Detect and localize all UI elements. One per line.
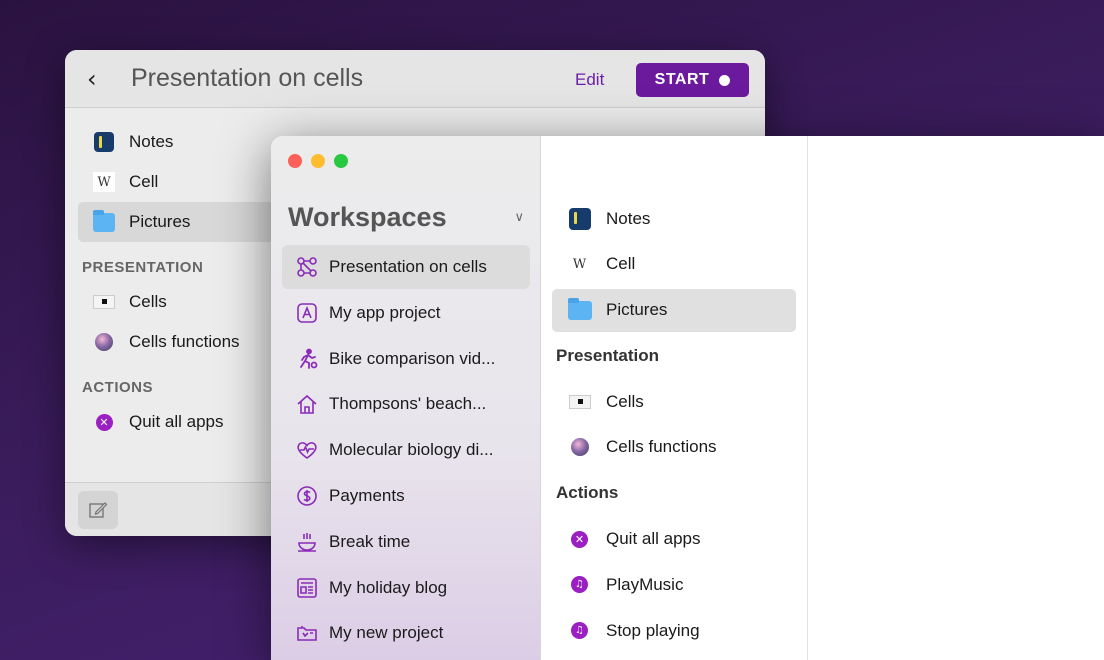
section-header-actions: ACTIONS: [82, 379, 153, 396]
item-notes[interactable]: Notes: [552, 197, 796, 240]
workspace-list: Presentation on cells My app project Bik…: [282, 245, 530, 657]
workspace-item-break-time[interactable]: Break time: [282, 520, 530, 564]
workspace-item-list: Notes W Cell Pictures Presentation Cells…: [552, 197, 796, 655]
heartbeat-icon: [296, 439, 318, 461]
back-item-label: Notes: [129, 132, 174, 151]
workspace-label: My new project: [329, 623, 444, 643]
quit-icon: ✕: [567, 528, 592, 550]
workspace-label: Bike comparison vid...: [329, 348, 496, 368]
letter-a-icon: [296, 302, 318, 324]
chevron-down-icon[interactable]: ∨: [514, 210, 524, 225]
back-item-cell[interactable]: W Cell: [78, 162, 278, 202]
workspace-label: Payments: [329, 485, 405, 505]
folder-icon: [93, 209, 115, 232]
music-note-icon: ♫: [567, 574, 592, 596]
workspace-item-thompsons-beach[interactable]: Thompsons' beach...: [282, 382, 530, 426]
workspace-item-payments[interactable]: Payments: [282, 474, 530, 518]
back-item-label: Cells: [129, 292, 167, 311]
item-label: Cell: [606, 254, 636, 274]
workspace-items-pane: Notes W Cell Pictures Presentation Cells…: [541, 136, 808, 660]
slide-icon: [567, 391, 592, 413]
item-cell[interactable]: W Cell: [552, 243, 796, 286]
slide-icon: [93, 292, 115, 312]
back-item-label: Cell: [129, 172, 159, 191]
start-button-label: START: [654, 71, 710, 88]
workspace-label: My holiday blog: [329, 577, 448, 597]
workspace-item-my-app-project[interactable]: My app project: [282, 291, 530, 335]
workspace-item-bike-comparison[interactable]: Bike comparison vid...: [282, 337, 530, 381]
workspace-item-my-new-project[interactable]: My new project: [282, 611, 530, 655]
back-item-label: Pictures: [129, 212, 191, 231]
workspace-label: Break time: [329, 531, 411, 551]
workspace-label: Thompsons' beach...: [329, 394, 487, 414]
coffee-icon: [296, 531, 318, 553]
item-label: Quit all apps: [606, 529, 701, 549]
molecule-icon: [296, 256, 318, 278]
quit-icon: ✕: [93, 412, 115, 432]
preview-pane: [808, 136, 1104, 660]
compose-button[interactable]: [78, 491, 118, 529]
workspaces-title: Workspaces: [288, 202, 447, 232]
notes-app-icon: [93, 132, 115, 152]
page-title: Presentation on cells: [131, 64, 364, 92]
workspace-label: My app project: [329, 302, 441, 322]
wikipedia-icon: W: [93, 172, 115, 192]
back-item-cells-functions[interactable]: Cells functions: [78, 322, 278, 362]
workspace-item-my-holiday-blog[interactable]: My holiday blog: [282, 566, 530, 610]
image-thumbnail-icon: [567, 436, 592, 458]
back-item-label: Cells functions: [129, 332, 240, 351]
start-button[interactable]: START: [636, 63, 749, 97]
workspaces-header[interactable]: Workspaces ∨: [288, 202, 528, 233]
workspace-item-presentation-on-cells[interactable]: Presentation on cells: [282, 245, 530, 289]
item-stop-playing[interactable]: ♫ Stop playing: [552, 609, 796, 652]
wikipedia-icon: W: [567, 253, 592, 275]
workspace-label: Presentation on cells: [329, 257, 487, 276]
front-window: Workspaces ∨ Presentation on cells My ap…: [271, 136, 1104, 660]
back-item-list: Notes W Cell Pictures PRESENTATION Cells…: [78, 122, 278, 442]
back-item-quit-all-apps[interactable]: ✕ Quit all apps: [78, 402, 278, 442]
back-item-label: Quit all apps: [129, 412, 224, 431]
item-quit-all-apps[interactable]: ✕ Quit all apps: [552, 518, 796, 561]
section-header-presentation: Presentation: [556, 345, 659, 365]
chevron-left-icon[interactable]: ‹: [87, 65, 113, 93]
workspaces-sidebar: Workspaces ∨ Presentation on cells My ap…: [271, 136, 541, 660]
compose-icon: [89, 502, 108, 518]
back-item-cells[interactable]: Cells: [78, 282, 278, 322]
music-note-icon: ♫: [567, 620, 592, 642]
item-label: PlayMusic: [606, 574, 684, 594]
back-item-pictures[interactable]: Pictures: [78, 202, 274, 242]
notes-app-icon: [567, 207, 592, 230]
item-pictures[interactable]: Pictures: [552, 288, 796, 332]
item-label: Cells functions: [606, 437, 717, 457]
item-label: Pictures: [606, 300, 668, 320]
item-label: Stop playing: [606, 620, 700, 640]
folder-icon: [567, 297, 592, 321]
edit-button[interactable]: Edit: [575, 70, 604, 90]
folder-open-icon: [296, 622, 318, 644]
dollar-icon: [296, 485, 318, 507]
record-dot-icon: [719, 74, 731, 86]
item-label: Cells: [606, 391, 644, 411]
item-cells-functions[interactable]: Cells functions: [552, 426, 796, 469]
close-window-button[interactable]: [288, 154, 302, 168]
zoom-window-button[interactable]: [334, 154, 348, 168]
section-header-actions: Actions: [556, 483, 619, 503]
workspace-item-molecular-biology[interactable]: Molecular biology di...: [282, 428, 530, 472]
section-header-presentation: PRESENTATION: [82, 259, 204, 276]
newspaper-icon: [296, 577, 318, 599]
item-play-music[interactable]: ♫ PlayMusic: [552, 563, 796, 606]
house-icon: [296, 393, 318, 415]
item-cells[interactable]: Cells: [552, 380, 796, 423]
image-thumbnail-icon: [93, 332, 115, 352]
back-window-header: ‹ Presentation on cells Edit START: [65, 50, 765, 108]
runner-icon: [296, 348, 318, 370]
window-controls: [288, 154, 348, 168]
back-item-notes[interactable]: Notes: [78, 122, 278, 162]
item-label: Notes: [606, 208, 651, 228]
workspace-label: Molecular biology di...: [329, 440, 494, 460]
minimize-window-button[interactable]: [311, 154, 325, 168]
